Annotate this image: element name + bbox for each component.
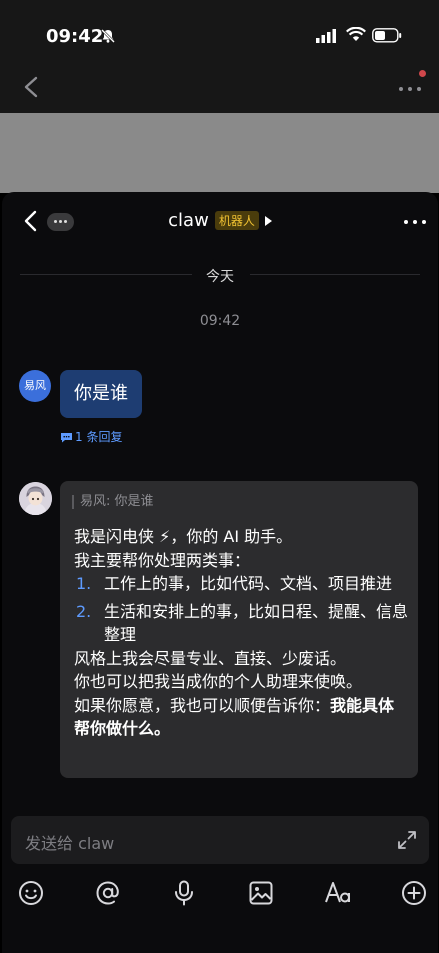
back-chevron-icon[interactable]: [22, 76, 42, 98]
expand-icon[interactable]: [397, 830, 417, 850]
quoted-message[interactable]: 易风: 你是谁: [72, 495, 154, 509]
chat-header: claw 机器人: [2, 192, 438, 250]
status-time: 09:42: [46, 26, 104, 47]
chat-title-area[interactable]: claw 机器人: [2, 210, 438, 231]
more-options-icon[interactable]: [398, 86, 422, 92]
font-icon[interactable]: [323, 878, 353, 908]
list-item-text: 生活和安排上的事，比如日程、提醒、信息整理: [104, 601, 409, 645]
emoji-icon[interactable]: [16, 878, 46, 908]
thread-reply-link[interactable]: 1 条回复: [60, 428, 122, 445]
message-line: 我主要帮你处理两类事：: [74, 550, 251, 570]
bot-badge: 机器人: [214, 211, 259, 230]
play-triangle-icon: [264, 215, 272, 226]
message-input[interactable]: 发送给 claw: [11, 816, 429, 864]
image-icon[interactable]: [246, 878, 276, 908]
reply-count: 1 条回复: [75, 430, 123, 444]
input-toolbar: [2, 878, 438, 908]
date-divider: 今天: [206, 269, 234, 285]
reply-bubble-icon: [61, 433, 72, 443]
wifi-icon: [346, 27, 366, 41]
message-line: 你也可以把我当成你的个人助理来使唤。: [74, 672, 363, 691]
plus-icon[interactable]: [399, 878, 429, 908]
user-message-bubble[interactable]: 你是谁: [60, 370, 142, 418]
input-placeholder: 发送给 claw: [25, 834, 115, 853]
list-item: 1. 工作上的事，比如代码、文档、项目推进: [74, 572, 410, 596]
list-item-text: 工作上的事，比如代码、文档、项目推进: [104, 574, 393, 593]
chat-title: claw: [168, 210, 209, 231]
cellular-signal-icon: [316, 29, 336, 43]
list-number: 1.: [76, 574, 92, 593]
battery-icon: [372, 28, 402, 43]
message-line: 我是闪电侠 ⚡，你的 AI 助手。: [74, 527, 293, 546]
message-line: 风格上我会尽量专业、直接、少废话。: [74, 648, 347, 668]
dimmed-background: [0, 113, 439, 193]
list-number: 2.: [76, 601, 92, 621]
avatar[interactable]: 易风: [19, 370, 51, 402]
message-line: 如果你愿意，我也可以顺便告诉你：我能具体帮你做什么。: [74, 694, 410, 741]
chat-sheet: claw 机器人 今天 09:42 易风 你是谁 1 条回复 易风: 你是谁 我是…: [2, 192, 438, 953]
message-text: 如果你愿意，我也可以顺便告诉你：: [74, 695, 331, 715]
list-item: 2. 生活和安排上的事，比如日程、提醒、信息整理: [74, 600, 410, 647]
background-nav-bar: [0, 70, 439, 115]
microphone-icon[interactable]: [169, 878, 199, 908]
mute-bell-icon: [101, 29, 115, 43]
bot-message-bubble[interactable]: 易风: 你是谁 我是闪电侠 ⚡，你的 AI 助手。 我主要帮你处理两类事： 1.…: [60, 481, 418, 778]
message-timestamp: 09:42: [199, 313, 241, 329]
bot-avatar-illustration: [19, 482, 52, 515]
bot-avatar[interactable]: [19, 482, 52, 515]
bot-message-content: 我是闪电侠 ⚡，你的 AI 助手。 我主要帮你处理两类事： 1. 工作上的事，比…: [74, 525, 410, 741]
status-bar: 09:42: [0, 0, 439, 70]
notification-dot: [419, 70, 426, 77]
mention-icon[interactable]: [93, 878, 123, 908]
